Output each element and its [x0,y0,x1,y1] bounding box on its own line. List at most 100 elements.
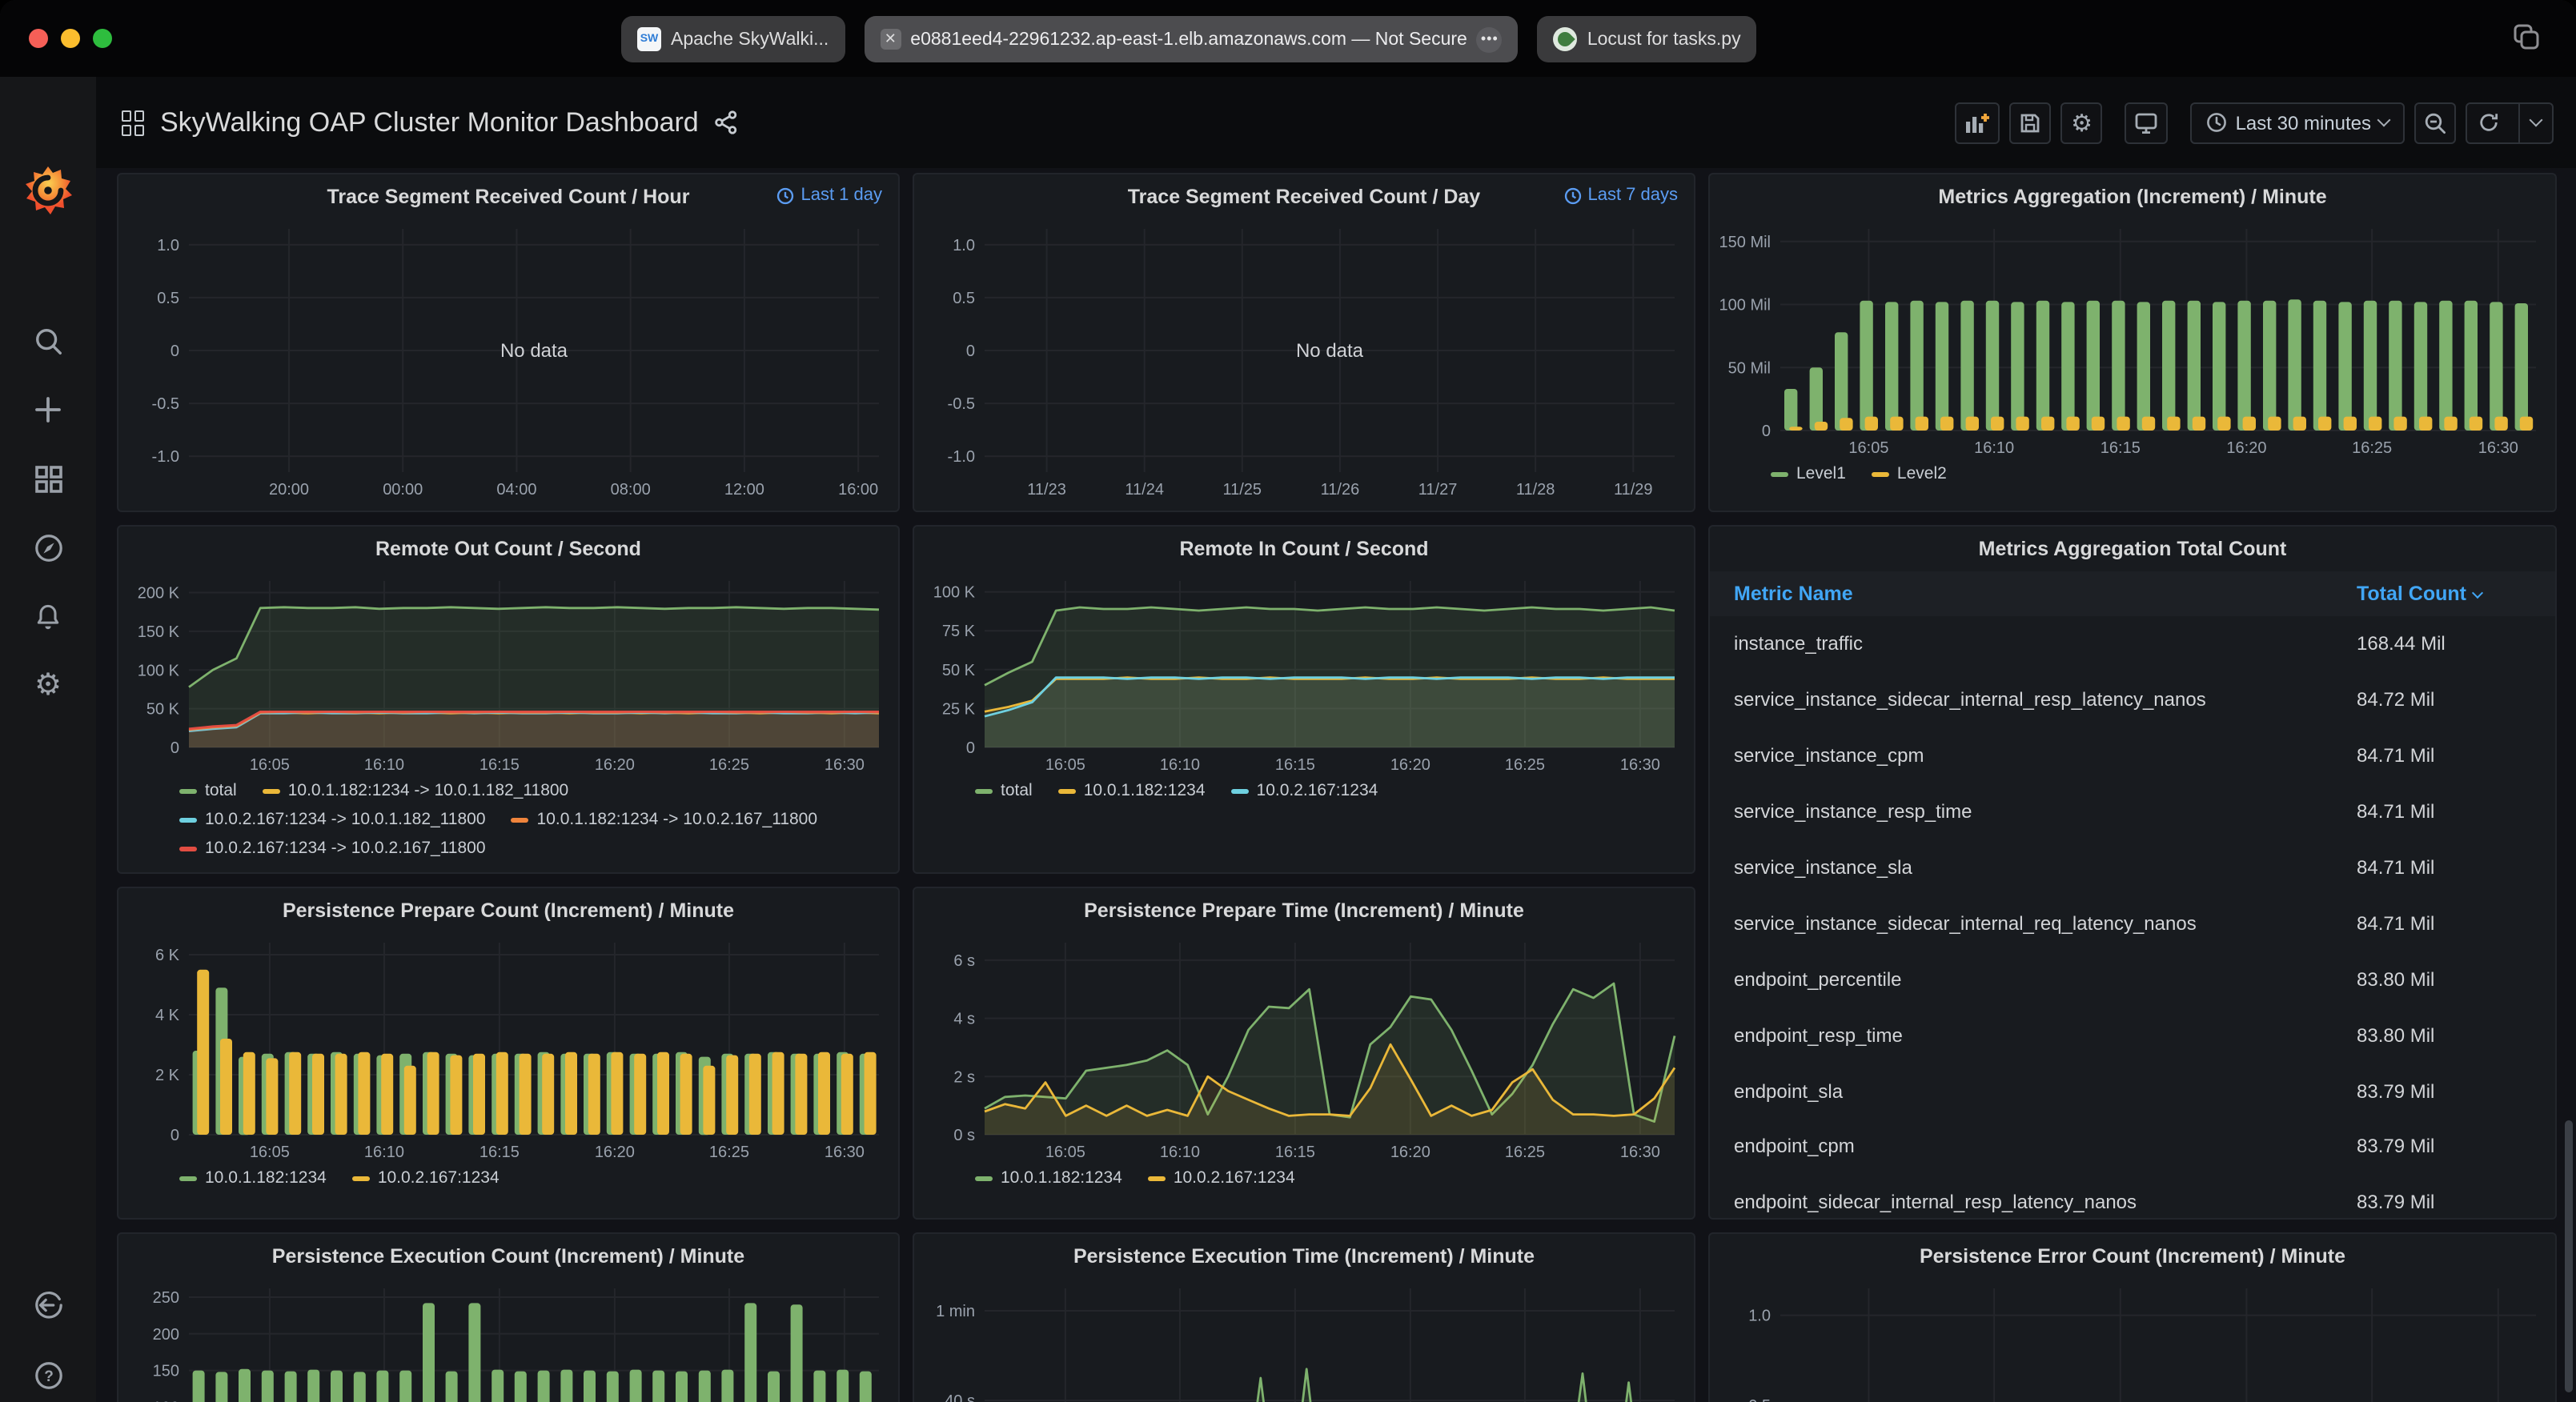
minimize-window-button[interactable] [61,29,80,48]
svg-text:16:15: 16:15 [1275,756,1315,774]
page-title: SkyWalking OAP Cluster Monitor Dashboard [160,106,699,138]
svg-text:0 s: 0 s [953,1127,975,1144]
page-scrollbar-thumb[interactable] [2565,1120,2573,1392]
dashboard-settings-button[interactable]: ⚙ [2061,102,2103,143]
panel-title[interactable]: Persistence Prepare Count (Increment) / … [118,888,898,930]
tab-overview-icon[interactable] [2512,22,2541,51]
legend-color-swatch [263,790,280,794]
tab-label: Locust for tasks.py [1587,30,1741,49]
panel-title[interactable]: Persistence Error Count (Increment) / Mi… [1710,1234,2555,1276]
svg-text:11/24: 11/24 [1125,481,1164,499]
legend-color-swatch [352,1177,370,1181]
legend-label: 10.0.1.182:1234 [205,1167,327,1191]
create-plus-icon[interactable] [30,392,66,427]
metric-name-cell: service_instance_sidecar_internal_resp_l… [1734,689,2357,711]
legend-item[interactable]: 10.0.2.167:1234 -> 10.0.1.182_11800 [179,808,486,832]
add-panel-button[interactable] [1956,102,2000,143]
legend-item[interactable]: 10.0.2.167:1234 [1231,779,1378,803]
configuration-gear-icon[interactable]: ⚙ [30,667,66,703]
svg-text:100 Mil: 100 Mil [1719,297,1771,314]
svg-text:16:30: 16:30 [825,756,865,774]
tab-active-url[interactable]: ✕ e0881eed4-22961232.ap-east-1.elb.amazo… [864,16,1519,62]
legend-item[interactable]: total [975,779,1033,803]
cycle-view-mode-button[interactable] [2125,102,2169,143]
execution-time-chart: 16:0516:1016:1516:2016:2516:301 min40 s2… [914,1276,1694,1402]
tab-more-icon[interactable]: ••• [1477,26,1503,52]
legend-item[interactable]: Level1 [1771,463,1846,487]
help-icon[interactable]: ? [30,1357,66,1392]
save-dashboard-button[interactable] [2010,102,2052,143]
svg-text:-0.5: -0.5 [152,395,179,413]
panel-title[interactable]: Trace Segment Received Count / Hour Last… [118,174,898,216]
alerting-bell-icon[interactable] [30,599,66,634]
panel-title[interactable]: Remote In Count / Second [914,527,1694,568]
svg-text:16:15: 16:15 [479,1144,520,1161]
time-range-picker[interactable]: Last 30 minutes [2191,102,2405,143]
share-icon[interactable] [715,110,739,134]
svg-text:16:05: 16:05 [1045,756,1085,774]
svg-text:16:10: 16:10 [1160,756,1200,774]
close-window-button[interactable] [29,29,48,48]
refresh-interval-dropdown[interactable] [2518,103,2552,142]
svg-text:0.5: 0.5 [1748,1397,1771,1402]
table-header-row: Metric Name Total Count [1710,571,2555,616]
remote-in-chart: 16:0516:1016:1516:2016:2516:30100 K75 K5… [914,568,1694,776]
svg-text:0: 0 [171,739,179,757]
panel-title[interactable]: Persistence Execution Time (Increment) /… [914,1234,1694,1276]
legend-item[interactable]: 10.0.1.182:1234 [1058,779,1206,803]
sign-out-icon[interactable] [30,1287,66,1322]
explore-compass-icon[interactable] [30,530,66,565]
legend-item[interactable]: 10.0.2.167:1234 -> 10.0.2.167_11800 [179,837,486,861]
svg-text:12:00: 12:00 [724,481,764,499]
panel-title[interactable]: Persistence Prepare Time (Increment) / M… [914,888,1694,930]
legend-item[interactable]: total [179,779,237,803]
legend-item[interactable]: 10.0.2.167:1234 [1148,1167,1295,1191]
svg-text:0.5: 0.5 [157,290,179,307]
legend-label: Level1 [1796,463,1846,487]
panel-persistence-prepare-count: Persistence Prepare Count (Increment) / … [117,887,900,1220]
zoom-window-button[interactable] [93,29,112,48]
svg-text:11/25: 11/25 [1222,481,1262,499]
svg-text:40 s: 40 s [945,1392,975,1402]
execution-count-chart: 16:0516:1016:1516:2016:2516:302502001501… [118,1276,898,1402]
dashboard-squares-icon[interactable] [122,110,144,135]
legend-item[interactable]: 10.0.1.182:1234 [975,1167,1122,1191]
tab-apache-skywalking[interactable]: SW Apache SkyWalki... [621,16,845,62]
panel-remote-out: Remote Out Count / Second 16:0516:1016:1… [117,525,900,874]
panel-title[interactable]: Metrics Aggregation Total Count [1710,527,2555,568]
time-shift-badge[interactable]: Last 1 day [776,186,882,205]
legend-item[interactable]: 10.0.2.167:1234 [352,1167,500,1191]
panel-title[interactable]: Metrics Aggregation (Increment) / Minute [1710,174,2555,216]
svg-text:0: 0 [1762,423,1771,440]
time-range-label: Last 30 minutes [2236,111,2371,134]
svg-text:150 K: 150 K [138,623,180,641]
legend-item[interactable]: Level2 [1872,463,1947,487]
svg-text:4 K: 4 K [155,1007,180,1024]
svg-text:16:30: 16:30 [1620,1144,1660,1161]
panel-title[interactable]: Remote Out Count / Second [118,527,898,568]
tab-locust[interactable]: Locust for tasks.py [1538,16,1757,62]
panel-title[interactable]: Persistence Execution Count (Increment) … [118,1234,898,1276]
legend-item[interactable]: 10.0.1.182:1234 -> 10.0.2.167_11800 [512,808,818,832]
legend-item[interactable]: 10.0.1.182:1234 [179,1167,327,1191]
column-header-metric-name[interactable]: Metric Name [1734,583,2357,605]
legend-item[interactable]: 10.0.1.182:1234 -> 10.0.1.182_11800 [263,779,569,803]
panel-title[interactable]: Trace Segment Received Count / Day Last … [914,174,1694,216]
chart-legend: 10.0.1.182:1234 10.0.2.167:1234 [118,1164,898,1218]
svg-text:16:20: 16:20 [595,756,635,774]
svg-text:-1.0: -1.0 [948,448,975,466]
svg-text:16:15: 16:15 [2101,439,2141,457]
zoom-out-time-button[interactable] [2414,102,2456,143]
dashboards-icon[interactable] [30,461,66,496]
search-icon[interactable] [30,323,66,359]
svg-text:16:10: 16:10 [1160,1144,1200,1161]
table-row: endpoint_percentile83.80 Mil [1710,951,2555,1007]
close-tab-icon[interactable]: ✕ [880,29,901,50]
refresh-dashboard-button[interactable] [2467,103,2510,142]
grafana-logo[interactable] [21,163,75,218]
time-shift-badge[interactable]: Last 7 days [1563,186,1678,205]
column-header-total-count[interactable]: Total Count [2357,583,2531,605]
prepare-count-chart: 16:0516:1016:1516:2016:2516:306 K4 K2 K0 [118,930,898,1164]
svg-text:200: 200 [153,1326,179,1344]
total-count-cell: 84.71 Mil [2357,744,2531,767]
